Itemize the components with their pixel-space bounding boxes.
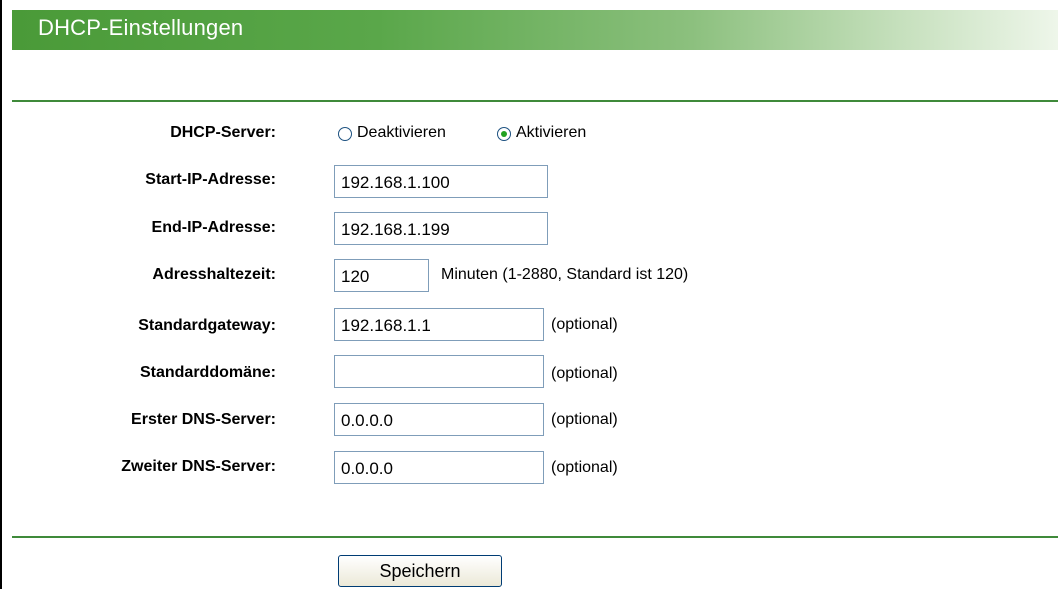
start-ip-input[interactable]: [334, 165, 548, 198]
default-domain-label: Standarddomäne:: [139, 364, 276, 381]
lease-time-hint: Minuten (1-2880, Standard ist 120): [441, 266, 689, 283]
secondary-dns-label: Zweiter DNS-Server:: [121, 458, 276, 475]
page-frame: [0, 0, 1058, 589]
end-ip-input[interactable]: [334, 212, 548, 245]
lease-time-label: Adresshaltezeit:: [152, 266, 276, 283]
lease-time-input[interactable]: [334, 259, 429, 292]
bottom-divider: [12, 536, 1058, 538]
default-gateway-hint: (optional): [551, 316, 618, 333]
start-ip-label: Start-IP-Adresse:: [145, 171, 276, 188]
top-divider: [12, 100, 1058, 102]
end-ip-label: End-IP-Adresse:: [151, 219, 276, 236]
default-gateway-label: Standardgateway:: [138, 317, 276, 334]
default-gateway-input[interactable]: [334, 308, 544, 341]
radio-dot: [501, 131, 507, 137]
secondary-dns-input[interactable]: [334, 451, 544, 484]
default-domain-input[interactable]: [334, 355, 544, 388]
radio-deactivate[interactable]: [338, 127, 352, 141]
primary-dns-label: Erster DNS-Server:: [131, 411, 276, 428]
save-button[interactable]: Speichern: [338, 555, 502, 587]
radio-activate-label: Aktivieren: [516, 124, 587, 141]
radio-activate[interactable]: [497, 127, 511, 141]
dhcp-server-label: DHCP-Server:: [170, 124, 276, 141]
primary-dns-hint: (optional): [551, 411, 618, 428]
page-title: DHCP-Einstellungen: [38, 15, 244, 40]
default-domain-hint: (optional): [551, 365, 618, 382]
secondary-dns-hint: (optional): [551, 459, 618, 476]
radio-deactivate-label: Deaktivieren: [357, 124, 446, 141]
title-bar: DHCP-Einstellungen: [12, 10, 1058, 50]
primary-dns-input[interactable]: [334, 403, 544, 436]
